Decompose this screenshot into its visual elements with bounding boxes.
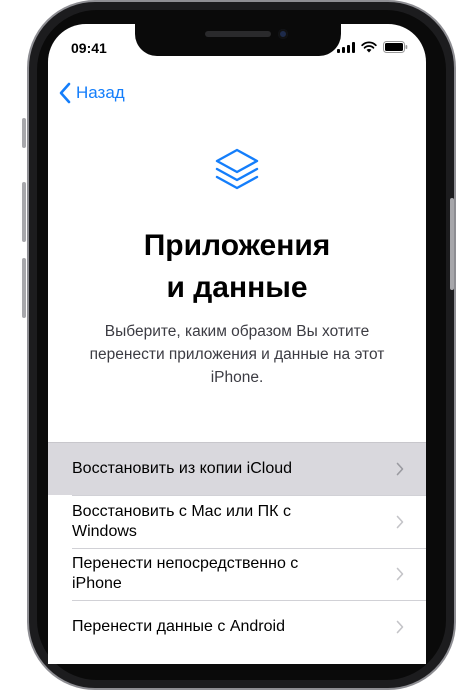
wifi-icon bbox=[361, 41, 377, 53]
power-button bbox=[450, 198, 454, 290]
page-title-line1: Приложения bbox=[143, 229, 331, 262]
chevron-right-icon bbox=[396, 620, 404, 634]
option-label: Восстановить с Mac или ПК с Windows bbox=[72, 502, 291, 540]
camera-icon bbox=[278, 29, 288, 39]
speaker-grille bbox=[205, 31, 271, 37]
volume-up-button bbox=[22, 182, 26, 242]
status-icons bbox=[337, 41, 408, 53]
status-time: 09:41 bbox=[71, 40, 107, 56]
option-transfer-android[interactable]: Перенести данные с Android bbox=[48, 600, 426, 654]
volume-down-button bbox=[22, 258, 26, 318]
screen: 09:41 Назад Приложения и данные Выберите… bbox=[48, 24, 426, 664]
chevron-right-icon bbox=[396, 462, 404, 476]
option-label: Перенести данные с Android bbox=[72, 618, 285, 635]
option-restore-mac-pc[interactable]: Восстановить с Mac или ПК с Windows bbox=[48, 495, 426, 548]
chevron-left-icon bbox=[59, 82, 71, 104]
notch bbox=[135, 24, 341, 56]
page-title-line2: и данные bbox=[166, 271, 308, 304]
options-list: Восстановить из копии iCloud Восстановит… bbox=[48, 442, 426, 654]
option-restore-icloud[interactable]: Восстановить из копии iCloud bbox=[48, 443, 426, 495]
cellular-signal-icon bbox=[337, 41, 355, 53]
page-subtitle: Выберите, каким образом Вы хотите перене… bbox=[89, 323, 385, 386]
chevron-right-icon bbox=[396, 515, 404, 528]
mute-switch bbox=[22, 118, 26, 148]
option-label: Восстановить из копии iCloud bbox=[72, 460, 293, 477]
option-label: Перенести непосредственно с iPhone bbox=[72, 555, 299, 592]
back-button[interactable]: Назад bbox=[58, 82, 125, 104]
option-transfer-iphone[interactable]: Перенести непосредственно с iPhone bbox=[48, 548, 426, 600]
back-button-label: Назад bbox=[76, 83, 125, 102]
battery-icon bbox=[383, 41, 408, 53]
chevron-right-icon bbox=[396, 567, 404, 581]
layers-icon bbox=[215, 148, 259, 190]
